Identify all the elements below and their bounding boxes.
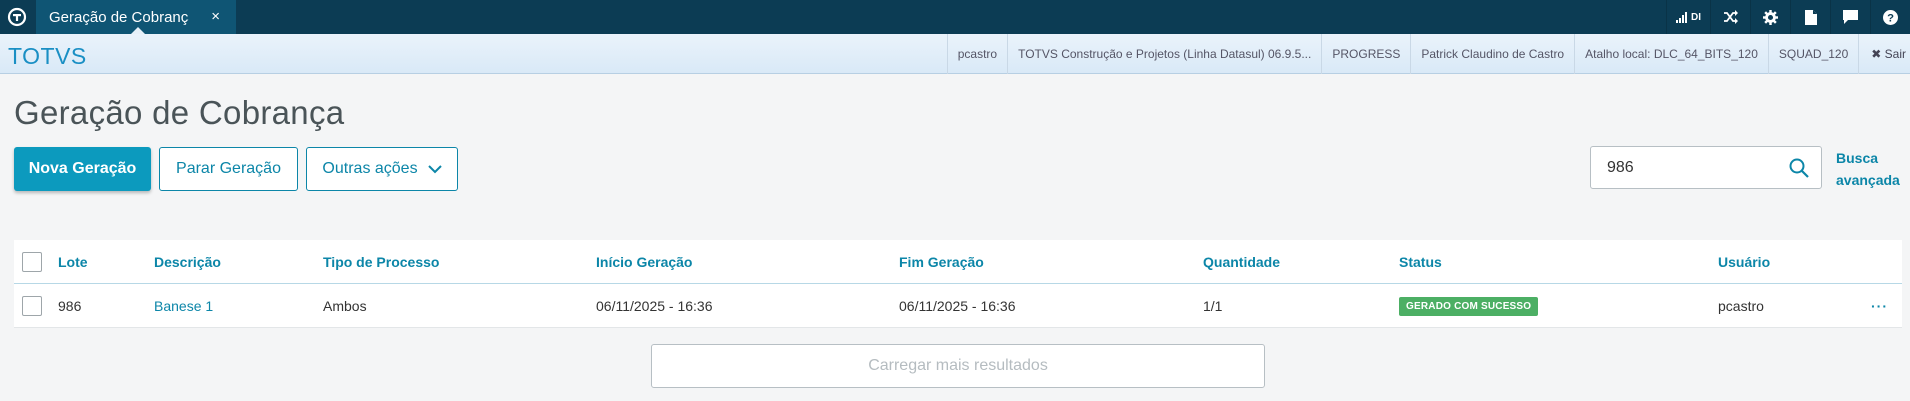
cell-quantidade: 1/1	[1203, 298, 1223, 314]
results-table: Lote Descrição Tipo de Processo Início G…	[14, 240, 1902, 328]
advanced-search-link[interactable]: Busca avançada	[1836, 147, 1906, 191]
signal-di-button[interactable]: DI	[1666, 0, 1710, 34]
context-shortcut[interactable]: Atalho local: DLC_64_BITS_120	[1574, 34, 1768, 74]
cell-tipo: Ambos	[323, 298, 367, 314]
select-all-checkbox-cell	[22, 240, 42, 284]
row-checkbox[interactable]	[22, 296, 42, 316]
select-all-checkbox[interactable]	[22, 252, 42, 272]
cell-fim: 06/11/2025 - 16:36	[899, 298, 1016, 314]
table-header: Lote Descrição Tipo de Processo Início G…	[14, 240, 1902, 284]
logout-button[interactable]: ✖ Sair	[1858, 34, 1910, 74]
column-descricao[interactable]: Descrição	[154, 240, 221, 284]
totvs-brand: TOTVS	[8, 43, 87, 69]
cell-usuario: pcastro	[1718, 298, 1764, 314]
search-input[interactable]: 986	[1590, 146, 1822, 189]
context-user[interactable]: pcastro	[946, 34, 1007, 74]
chat-icon[interactable]	[1830, 0, 1870, 34]
context-squad[interactable]: SQUAD_120	[1767, 34, 1858, 74]
column-fim-geracao[interactable]: Fim Geração	[899, 240, 984, 284]
column-status[interactable]: Status	[1399, 240, 1442, 284]
shuffle-icon[interactable]	[1710, 0, 1750, 34]
column-tipo-processo[interactable]: Tipo de Processo	[323, 240, 439, 284]
context-database[interactable]: PROGRESS	[1321, 34, 1410, 74]
svg-text:?: ?	[1887, 12, 1894, 24]
advanced-search-line2: avançada	[1836, 172, 1900, 188]
row-actions-menu[interactable]: ···	[1871, 284, 1888, 328]
stop-generation-button[interactable]: Parar Geração	[159, 147, 298, 191]
tab-title: Geração de Cobrança	[49, 8, 189, 26]
brand-bar: TOTVS pcastro TOTVS Construção e Projeto…	[0, 34, 1910, 74]
page-title: Geração de Cobrança	[14, 94, 345, 131]
close-tab-icon[interactable]: ×	[211, 8, 220, 25]
table-row[interactable]: 986 Banese 1 Ambos 06/11/2025 - 16:36 06…	[14, 284, 1902, 328]
search-icon[interactable]	[1789, 158, 1809, 178]
status-cell: GERADO COM SUCESSO	[1399, 284, 1539, 328]
load-more-button[interactable]: Carregar mais resultados	[651, 344, 1265, 388]
context-company[interactable]: TOTVS Construção e Projetos (Linha Datas…	[1007, 34, 1321, 74]
new-generation-button[interactable]: Nova Geração	[14, 147, 151, 191]
cell-inicio: 06/11/2025 - 16:36	[596, 298, 713, 314]
other-actions-label: Outras ações	[322, 160, 418, 177]
other-actions-dropdown[interactable]: Outras ações	[306, 147, 458, 191]
column-inicio-geracao[interactable]: Início Geração	[596, 240, 692, 284]
advanced-search-line1: Busca	[1836, 150, 1879, 166]
help-icon[interactable]: ?	[1870, 0, 1910, 34]
gear-icon[interactable]	[1750, 0, 1790, 34]
search-value: 986	[1607, 159, 1634, 176]
di-label: DI	[1691, 11, 1701, 23]
context-info: pcastro TOTVS Construção e Projetos (Lin…	[946, 34, 1910, 74]
top-icons: DI ?	[1666, 0, 1910, 34]
status-badge: GERADO COM SUCESSO	[1399, 296, 1539, 316]
column-usuario[interactable]: Usuário	[1718, 240, 1770, 284]
chevron-down-icon	[427, 164, 442, 173]
document-icon[interactable]	[1790, 0, 1830, 34]
context-fullname[interactable]: Patrick Claudino de Castro	[1410, 34, 1574, 74]
tab-caret	[131, 27, 145, 34]
totvs-logo-icon[interactable]	[0, 0, 34, 34]
cell-lote: 986	[58, 298, 82, 314]
top-bar: Geração de Cobrança × DI ?	[0, 0, 1910, 34]
cell-descricao-link[interactable]: Banese 1	[154, 284, 213, 328]
row-checkbox-cell	[22, 284, 42, 328]
column-lote[interactable]: Lote	[58, 240, 88, 284]
column-quantidade[interactable]: Quantidade	[1203, 240, 1280, 284]
signal-icon	[1676, 11, 1687, 23]
